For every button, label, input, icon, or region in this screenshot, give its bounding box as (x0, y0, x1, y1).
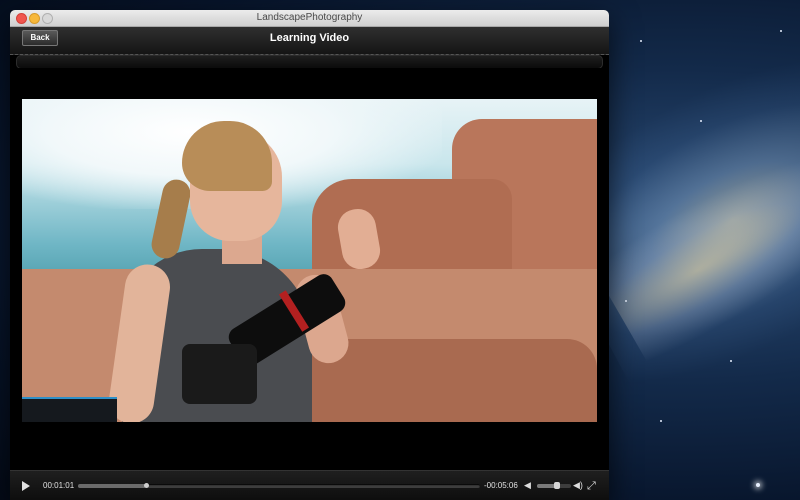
playback-controls: 00:01:01 -00:05:06 ◀ ◀) ⤢ (10, 470, 609, 500)
elapsed-time: 00:01:01 (43, 481, 75, 490)
remaining-time: -00:05:06 (484, 481, 518, 490)
app-window: LandscapePhotography Back Learning Video (10, 10, 609, 500)
camera-body (182, 344, 257, 404)
toolbar: Back Learning Video (10, 27, 609, 55)
star (700, 120, 702, 122)
video-player[interactable] (10, 68, 609, 469)
bright-star (756, 483, 760, 487)
star (730, 360, 732, 362)
play-icon[interactable] (22, 481, 30, 491)
camera-bag (22, 397, 117, 422)
star (780, 30, 782, 32)
page-title: Learning Video (269, 32, 350, 44)
progress-knob[interactable] (144, 483, 150, 488)
star (640, 40, 642, 42)
person-hair (182, 121, 272, 191)
progress-scrubber[interactable] (78, 483, 480, 488)
volume-high-icon[interactable]: ◀) (573, 480, 583, 491)
volume-slider[interactable] (537, 482, 571, 489)
video-frame[interactable] (22, 99, 597, 422)
star (625, 300, 627, 302)
title-bar: LandscapePhotography (10, 10, 609, 27)
fullscreen-icon[interactable]: ⤢ (587, 480, 596, 493)
sub-toolbar (16, 55, 603, 69)
volume-knob[interactable] (554, 482, 561, 489)
progress-fill (78, 484, 147, 488)
volume-low-icon[interactable]: ◀ (524, 480, 531, 491)
star (660, 420, 662, 422)
window-title: LandscapePhotography (256, 12, 363, 23)
